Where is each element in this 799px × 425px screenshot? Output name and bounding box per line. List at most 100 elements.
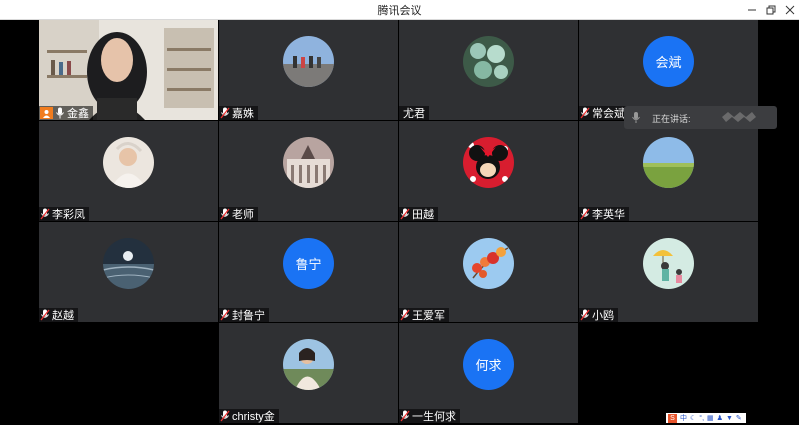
- photo-building: [283, 137, 334, 188]
- ime-mode-label: 中: [680, 415, 687, 422]
- user-icon: ♟: [716, 415, 723, 422]
- participant-name: 尤君: [403, 108, 425, 120]
- avatar: [643, 137, 694, 188]
- speaking-indicator: 正在讲话:: [624, 106, 777, 129]
- participant-name: 一生何求: [412, 411, 456, 423]
- microphone-muted-icon: [580, 309, 590, 321]
- participant-name: 赵越: [52, 310, 74, 322]
- microphone-muted-icon: [40, 208, 50, 220]
- window-title: 腾讯会议: [377, 5, 422, 17]
- photo-succulents: [463, 36, 514, 87]
- keyboard-icon: ▦: [707, 415, 714, 422]
- photo-grassland: [643, 137, 694, 188]
- participant-tile[interactable]: 金鑫: [39, 20, 218, 120]
- participant-tile[interactable]: 田越: [399, 121, 578, 221]
- minimize-icon: [748, 9, 756, 10]
- avatar-initials: 鲁宁: [295, 257, 322, 272]
- microphone-muted-icon: [400, 309, 410, 321]
- participant-name-tag: 常会斌: [579, 106, 629, 120]
- participant-name: 封鲁宁: [232, 310, 265, 322]
- participant-name-tag: 金鑫: [39, 106, 93, 120]
- ime-toolbar[interactable]: S 中 ☾ °, ▦ ♟ ▼ ✎: [666, 413, 746, 423]
- participant-tile[interactable]: christy金: [219, 323, 398, 423]
- participant-tile[interactable]: 李英华: [579, 121, 758, 221]
- participant-grid: 金鑫 嘉姝 尤君 会斌 常会斌 李彩凤 老师 田越 李英华 赵越 鲁宁 封鲁宁 …: [39, 20, 760, 425]
- microphone-muted-icon: [580, 107, 590, 119]
- avatar: [283, 137, 334, 188]
- participant-name-tag: 嘉姝: [219, 106, 258, 120]
- microphone-muted-icon: [40, 309, 50, 321]
- participant-name: 老师: [232, 209, 254, 221]
- avatar: [103, 238, 154, 289]
- microphone-muted-icon: [220, 208, 230, 220]
- avatar: [643, 238, 694, 289]
- photo-woman-cliff: [283, 339, 334, 390]
- punctuation-icon: °,: [699, 414, 705, 422]
- participant-name: 小鸥: [592, 310, 614, 322]
- camera-video: [39, 20, 218, 120]
- speaking-label: 正在讲话:: [652, 114, 691, 124]
- participant-name-tag: 李英华: [579, 207, 629, 221]
- participant-name: 李彩凤: [52, 209, 85, 221]
- avatar: [283, 36, 334, 87]
- participant-tile[interactable]: 赵越: [39, 222, 218, 322]
- participant-tile[interactable]: 鲁宁 封鲁宁: [219, 222, 398, 322]
- participant-name: 王爱军: [412, 310, 445, 322]
- participant-name: christy金: [232, 411, 275, 423]
- microphone-muted-icon: [220, 107, 230, 119]
- participant-tile[interactable]: 老师: [219, 121, 398, 221]
- microphone-muted-icon: [400, 208, 410, 220]
- restore-icon: [766, 5, 776, 14]
- avatar: 会斌: [643, 36, 694, 87]
- wrench-icon: ✎: [735, 415, 742, 422]
- participant-name-tag: 一生何求: [399, 409, 460, 423]
- participant-name-tag: 田越: [399, 207, 438, 221]
- participant-name-tag: 李彩凤: [39, 207, 89, 221]
- participant-name-tag: 老师: [219, 207, 258, 221]
- participant-tile[interactable]: 会斌 常会斌: [579, 20, 758, 120]
- microphone-muted-icon: [580, 208, 590, 220]
- window-titlebar: 腾讯会议: [0, 0, 799, 20]
- participant-name: 李英华: [592, 209, 625, 221]
- host-badge-icon: [40, 107, 53, 119]
- photo-red-leaves: [463, 238, 514, 289]
- sogou-logo-icon: S: [668, 413, 677, 423]
- photo-moon-sea: [103, 238, 154, 289]
- participant-name-tag: 小鸥: [579, 308, 618, 322]
- microphone-icon: [632, 112, 640, 123]
- participant-name-tag: christy金: [219, 409, 279, 423]
- avatar: 鲁宁: [283, 238, 334, 289]
- participant-name: 金鑫: [67, 108, 89, 120]
- microphone-muted-icon: [220, 309, 230, 321]
- photo-minnie-mouse: [463, 137, 514, 188]
- participant-tile[interactable]: 何求 一生何求: [399, 323, 578, 423]
- participant-name: 嘉姝: [232, 108, 254, 120]
- participant-tile[interactable]: 王爱军: [399, 222, 578, 322]
- participant-name: 田越: [412, 209, 434, 221]
- photo-group-outdoor: [283, 36, 334, 87]
- moon-icon: ☾: [690, 415, 697, 422]
- participant-tile[interactable]: 嘉姝: [219, 20, 398, 120]
- skin-icon: ▼: [725, 414, 733, 422]
- blurred-speaker-name: [722, 112, 756, 122]
- participant-tile[interactable]: 小鸥: [579, 222, 758, 322]
- microphone-muted-icon: [400, 410, 410, 422]
- participant-name-tag: 赵越: [39, 308, 78, 322]
- participant-tile[interactable]: 李彩凤: [39, 121, 218, 221]
- avatar: [463, 238, 514, 289]
- microphone-icon: [56, 107, 64, 119]
- avatar-initials: 会斌: [655, 55, 682, 70]
- participant-name-tag: 尤君: [399, 106, 429, 120]
- avatar-initials: 何求: [475, 358, 502, 373]
- avatar: 何求: [463, 339, 514, 390]
- participant-tile[interactable]: 尤君: [399, 20, 578, 120]
- microphone-muted-icon: [220, 410, 230, 422]
- close-button[interactable]: [779, 0, 799, 19]
- avatar: [463, 36, 514, 87]
- participant-name-tag: 王爱军: [399, 308, 449, 322]
- close-icon: [785, 5, 795, 14]
- avatar: [463, 137, 514, 188]
- avatar: [283, 339, 334, 390]
- photo-umbrella-illustration: [643, 238, 694, 289]
- avatar: [103, 137, 154, 188]
